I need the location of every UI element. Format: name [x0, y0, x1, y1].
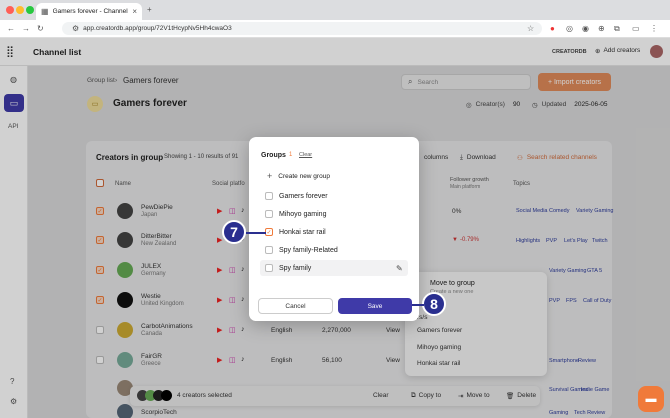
save-button[interactable]: Save — [338, 298, 412, 314]
minimize-window-icon[interactable] — [16, 6, 24, 14]
plus-icon: + — [267, 171, 273, 181]
extension-icon[interactable]: ● — [550, 25, 555, 33]
selected-badge: 1 — [289, 152, 293, 158]
step-7-marker: 7 — [222, 220, 246, 244]
create-new-group-button[interactable]: + Create new group — [267, 171, 330, 181]
bookmark-star-icon[interactable]: ☆ — [527, 25, 534, 33]
modal-title: Groups — [261, 152, 286, 159]
close-window-icon[interactable] — [6, 6, 14, 14]
group-checkbox[interactable] — [265, 210, 273, 218]
group-option[interactable]: ✓ Honkai star rail — [265, 228, 326, 236]
forward-icon[interactable]: → — [22, 25, 30, 33]
extension-4-icon[interactable]: ⊕ — [598, 25, 605, 33]
site-info-icon[interactable]: ⚙ — [72, 24, 79, 33]
favicon-icon: ▦ — [41, 6, 49, 16]
reload-icon[interactable]: ↻ — [37, 25, 44, 33]
group-option[interactable]: Spy family-Related — [265, 246, 338, 254]
group-checkbox[interactable] — [265, 264, 273, 272]
step-8-pointer — [412, 304, 424, 306]
extension-2-icon[interactable]: ◎ — [566, 25, 573, 33]
group-checkbox[interactable] — [265, 246, 273, 254]
browser-tab[interactable]: ▦ Gamers forever - Channel list × — [36, 3, 142, 20]
new-tab-icon[interactable]: + — [147, 6, 152, 14]
group-checkbox[interactable] — [265, 192, 273, 200]
groups-modal: Groups 1 Clear + Create new group Gamers… — [249, 137, 419, 321]
step-7-pointer — [246, 232, 266, 234]
tab-close-icon[interactable]: × — [132, 7, 137, 16]
group-option[interactable]: Mihoyo gaming — [265, 210, 326, 218]
group-checkbox-checked[interactable]: ✓ — [265, 228, 273, 236]
url-field[interactable]: ⚙ app.creatordb.app/group/72V1tHcypNv5Hh… — [62, 22, 542, 35]
group-option[interactable]: Spy family — [265, 264, 311, 272]
browser-menu-icon[interactable]: ⋮ — [650, 25, 658, 33]
back-icon[interactable]: ← — [7, 25, 15, 33]
chat-icon[interactable]: ▬ — [638, 386, 664, 412]
modal-clear-button[interactable]: Clear — [299, 152, 312, 158]
cancel-button[interactable]: Cancel — [258, 298, 333, 314]
edit-pencil-icon[interactable]: ✎ — [396, 264, 403, 273]
extension-3-icon[interactable]: ◉ — [582, 25, 589, 33]
maximize-window-icon[interactable] — [26, 6, 34, 14]
url-text: app.creatordb.app/group/72V1tHcypNv5Hh4c… — [83, 25, 232, 32]
sidebar-toggle-icon[interactable]: ▭ — [632, 25, 640, 33]
tab-title: Gamers forever - Channel list — [52, 8, 129, 15]
group-option[interactable]: Gamers forever — [265, 192, 328, 200]
extensions-puzzle-icon[interactable]: ⧉ — [614, 25, 620, 33]
step-8-marker: 8 — [422, 292, 446, 316]
